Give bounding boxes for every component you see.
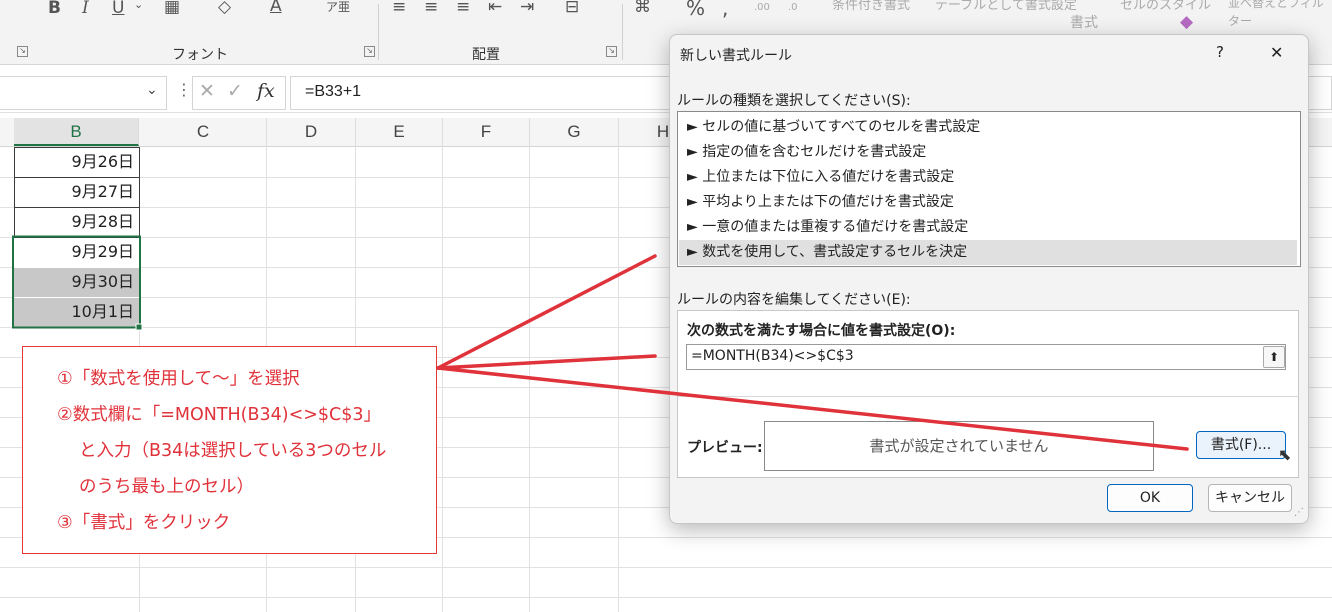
cancel-icon[interactable]: ✕ — [199, 80, 215, 102]
cell-b-1[interactable]: 9月26日 — [14, 147, 139, 177]
eraser-icon[interactable]: ◆ — [1180, 12, 1193, 32]
align-right-icon[interactable]: ≡ — [456, 0, 470, 17]
font-group-label: フォント — [172, 47, 228, 63]
cell-b-6[interactable]: 10月1日 — [14, 297, 139, 327]
rule-type-item[interactable]: ► 指定の値を含むセルだけを書式設定 — [679, 140, 1297, 165]
column-header-d[interactable]: D — [267, 118, 356, 146]
formula-label: 次の数式を満たす場合に値を書式設定(O): — [687, 323, 956, 339]
sort-filter-button[interactable]: 並べ替えとフィルター — [1228, 0, 1332, 30]
callout-line-1: ①「数式を使用して〜」を選択 — [57, 369, 300, 389]
callout-line-5: ③「書式」をクリック — [57, 513, 231, 533]
cell-b-3[interactable]: 9月28日 — [14, 207, 139, 237]
name-box[interactable]: ⌄ — [0, 76, 167, 110]
rule-type-item[interactable]: ► セルの値に基づいてすべてのセルを書式設定 — [679, 115, 1297, 140]
alignment-group-label: 配置 — [472, 47, 500, 63]
dialog-title: 新しい書式ルール — [680, 48, 792, 64]
cancel-button[interactable]: キャンセル — [1208, 484, 1292, 512]
column-header-c[interactable]: C — [140, 118, 267, 146]
rule-type-label: ルールの種類を選択してください(S): — [677, 93, 911, 109]
dialog-launcher-icon[interactable]: ↘ — [606, 46, 617, 57]
divider — [678, 396, 1298, 397]
align-center-icon[interactable]: ≡ — [424, 0, 438, 17]
bold-icon[interactable]: B — [48, 0, 61, 18]
new-format-rule-dialog: 新しい書式ルール ? ✕ ルールの種類を選択してください(S): ► セルの値に… — [669, 34, 1309, 524]
ribbon-separator — [378, 4, 379, 60]
formula-text: =B33+1 — [305, 83, 362, 100]
resize-grip-icon[interactable]: ⋰ — [1294, 507, 1304, 518]
align-left-icon[interactable]: ≡ — [392, 0, 406, 17]
mouse-cursor-icon: ⬉ — [1278, 445, 1292, 464]
preview-text: 書式が設定されていません — [869, 437, 1049, 455]
dialog-launcher-icon[interactable]: ↘ — [17, 46, 28, 57]
cell-b-5[interactable]: 9月30日 — [14, 267, 139, 297]
rule-formula-text: =MONTH(B34)<>$C$3 — [691, 348, 854, 364]
cell-style-button[interactable]: セルのスタイル — [1120, 0, 1211, 13]
chevron-down-icon[interactable]: ⌄ — [146, 82, 158, 98]
format-button[interactable]: 書式(F)... — [1196, 431, 1286, 459]
underline-icon[interactable]: U — [112, 0, 124, 18]
chevron-down-icon[interactable]: ⌄ — [134, 0, 143, 11]
rule-type-list[interactable]: ► セルの値に基づいてすべてのセルを書式設定 ► 指定の値を含むセルだけを書式設… — [677, 111, 1301, 267]
column-header-e[interactable]: E — [356, 118, 443, 146]
italic-icon[interactable]: I — [82, 0, 89, 18]
comma-icon[interactable]: , — [722, 0, 728, 20]
help-icon[interactable]: ? — [1216, 43, 1224, 61]
cell-b-2[interactable]: 9月27日 — [14, 177, 139, 207]
rule-type-item[interactable]: ► 一意の値または重複する値だけを書式設定 — [679, 215, 1297, 240]
callout-line-4: のうち最も上のセル） — [79, 477, 254, 497]
column-header-g[interactable]: G — [530, 118, 619, 146]
border-icon[interactable]: ▦ — [164, 0, 180, 17]
indent-icon[interactable]: ⇤ — [488, 0, 502, 17]
formula-buttons: ✕ ✓ fx — [192, 76, 286, 110]
outdent-icon[interactable]: ⇥ — [520, 0, 534, 17]
preview-label: プレビュー: — [687, 440, 763, 456]
percent-icon[interactable]: % — [686, 0, 705, 20]
merge-icon[interactable]: ⊟ — [565, 0, 579, 17]
column-header-b[interactable]: B — [14, 118, 139, 146]
callout-line-3: と入力（B34は選択している3つのセル — [79, 441, 387, 461]
rule-type-item-selected[interactable]: ► 数式を使用して、書式設定するセルを決定 — [679, 240, 1297, 265]
callout-line-2: ②数式欄に「=MONTH(B34)<>$C$3」 — [57, 405, 382, 425]
edit-rule-label: ルールの内容を編集してください(E): — [677, 292, 911, 308]
close-icon[interactable]: ✕ — [1270, 43, 1283, 62]
fill-color-icon[interactable]: ◇ — [218, 0, 231, 17]
rule-type-item[interactable]: ► 平均より上または下の値だけを書式設定 — [679, 190, 1297, 215]
table-format-button[interactable]: テーブルとして書式設定 — [935, 0, 1077, 13]
cell-b-4[interactable]: 9月29日 — [14, 237, 139, 267]
annotation-callout: ①「数式を使用して〜」を選択 ②数式欄に「=MONTH(B34)<>$C$3」 … — [22, 346, 437, 554]
fx-icon[interactable]: fx — [257, 80, 275, 102]
more-icon[interactable]: ⋮ — [176, 80, 192, 99]
collapse-dialog-icon[interactable]: ⬆ — [1263, 346, 1285, 368]
currency-icon[interactable]: ⌘ — [634, 0, 651, 17]
ribbon-separator — [622, 4, 623, 60]
decrease-decimal-icon[interactable]: .0 — [788, 2, 798, 13]
cells-format-button[interactable]: 書式 — [1070, 12, 1098, 32]
increase-decimal-icon[interactable]: .00 — [754, 2, 770, 13]
conditional-format-button[interactable]: 条件付き書式 — [832, 0, 910, 13]
ok-button[interactable]: OK — [1107, 484, 1193, 512]
rule-formula-input[interactable]: =MONTH(B34)<>$C$3 ⬆ — [686, 344, 1286, 370]
column-header-f[interactable]: F — [443, 118, 530, 146]
preview-box: 書式が設定されていません — [764, 421, 1154, 471]
font-color-icon[interactable]: A — [270, 0, 282, 16]
phonetic-icon[interactable]: ア亜 — [326, 0, 350, 15]
rule-type-item[interactable]: ► 上位または下位に入る値だけを書式設定 — [679, 165, 1297, 190]
enter-icon[interactable]: ✓ — [227, 80, 243, 102]
dialog-launcher-icon[interactable]: ↘ — [364, 46, 375, 57]
